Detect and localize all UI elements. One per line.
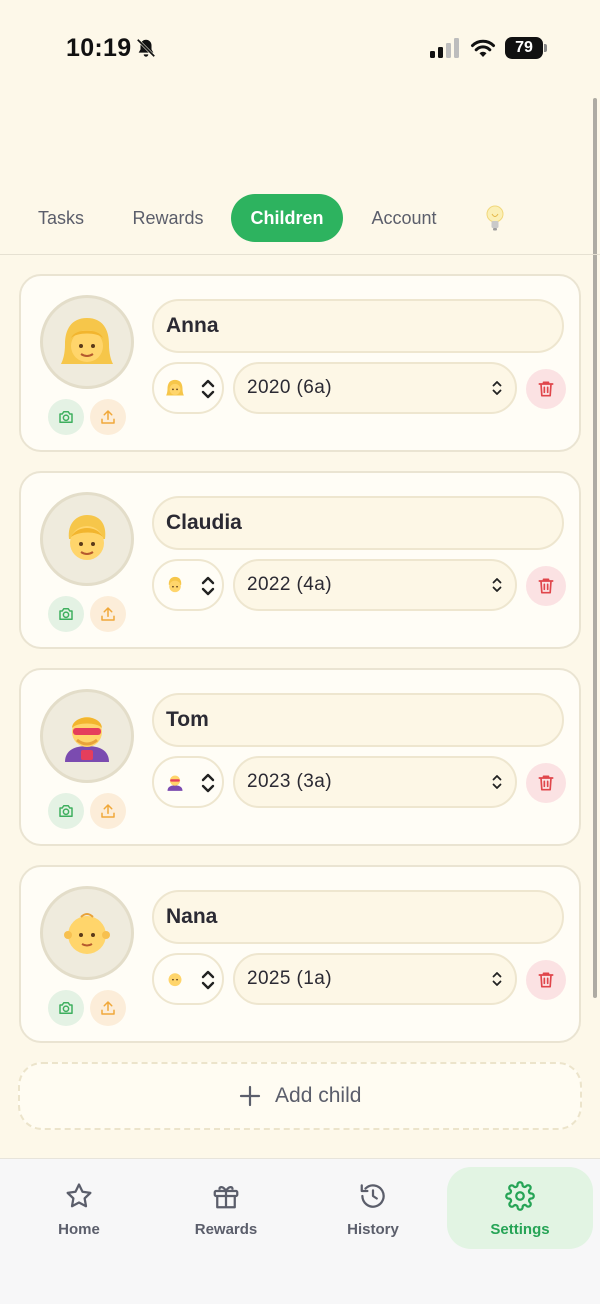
child-icon [68, 515, 106, 560]
avatar-emoji-select[interactable] [152, 362, 224, 414]
upload-photo-button[interactable] [90, 793, 126, 829]
child-name-field[interactable]: Claudia [152, 496, 564, 550]
child-name-field[interactable]: Tom [152, 693, 564, 747]
bottom-nav: Home Rewards History Settings [0, 1158, 600, 1304]
avatar[interactable] [40, 886, 134, 980]
superhero-icon [65, 717, 109, 762]
take-photo-button[interactable] [48, 596, 84, 632]
add-child-label: Add child [275, 1084, 362, 1107]
tab-tasks[interactable]: Tasks [20, 194, 102, 242]
nav-history[interactable]: History [300, 1167, 446, 1249]
bell-slash-icon [136, 38, 156, 58]
trash-icon [538, 381, 554, 397]
birth-year-select[interactable]: 2022 (4a) [233, 559, 517, 611]
take-photo-button[interactable] [48, 793, 84, 829]
avatar[interactable] [40, 492, 134, 586]
nav-history-label: History [347, 1221, 399, 1238]
baby-icon [64, 913, 110, 954]
nav-settings[interactable]: Settings [447, 1167, 593, 1249]
trash-icon [538, 972, 554, 988]
take-photo-button[interactable] [48, 399, 84, 435]
nav-home-label: Home [58, 1221, 100, 1238]
avatar-emoji-select[interactable] [152, 953, 224, 1005]
girl-blonde-icon [61, 318, 113, 364]
star-icon [66, 1183, 92, 1208]
status-time: 10:19 [66, 34, 132, 62]
cellular-signal-icon [430, 38, 459, 58]
birth-year-value: 2023 (3a) [247, 771, 332, 792]
baby-icon [168, 973, 182, 987]
delete-child-button[interactable] [526, 369, 566, 409]
child-name-field[interactable]: Nana [152, 890, 564, 944]
tab-rewards[interactable]: Rewards [116, 194, 220, 242]
child-name-field[interactable]: Anna [152, 299, 564, 353]
chevron-up-down-icon [492, 775, 502, 789]
nav-rewards[interactable]: Rewards [153, 1167, 299, 1249]
battery-level: 79 [505, 37, 543, 59]
child-card: Anna 2020 (6a) [19, 274, 581, 452]
child-card: Nana 2025 (1a) [19, 865, 581, 1043]
birth-year-select[interactable]: 2023 (3a) [233, 756, 517, 808]
history-icon [360, 1184, 385, 1208]
tab-children[interactable]: Children [231, 194, 343, 242]
plus-icon [239, 1085, 260, 1107]
battery-icon: 79 [505, 37, 543, 59]
take-photo-button[interactable] [48, 990, 84, 1026]
delete-child-button[interactable] [526, 566, 566, 606]
birth-year-value: 2020 (6a) [247, 377, 332, 398]
upload-photo-button[interactable] [90, 399, 126, 435]
avatar[interactable] [40, 689, 134, 783]
camera-icon [59, 1002, 73, 1014]
superhero-icon [167, 775, 183, 791]
trash-icon [538, 578, 554, 594]
nav-home[interactable]: Home [6, 1167, 152, 1249]
chevron-up-down-icon [201, 970, 215, 990]
lightbulb-icon[interactable] [484, 204, 506, 234]
avatar-emoji-select[interactable] [152, 559, 224, 611]
camera-icon [59, 805, 73, 817]
upload-icon [101, 410, 115, 424]
avatar[interactable] [40, 295, 134, 389]
tabs-divider [0, 254, 600, 255]
chevron-up-down-icon [201, 773, 215, 793]
status-bar: 10:19 79 [0, 0, 600, 100]
child-card: Claudia 2022 (4a) [19, 471, 581, 649]
gear-icon [505, 1181, 535, 1211]
child-card: Tom 2023 (3a) [19, 668, 581, 846]
avatar-emoji-select[interactable] [152, 756, 224, 808]
upload-icon [101, 607, 115, 621]
chevron-up-down-icon [201, 576, 215, 596]
birth-year-value: 2025 (1a) [247, 968, 332, 989]
wifi-icon [471, 39, 495, 57]
nav-rewards-label: Rewards [194, 1221, 258, 1238]
chevron-up-down-icon [492, 972, 502, 986]
delete-child-button[interactable] [526, 763, 566, 803]
birth-year-value: 2022 (4a) [247, 574, 332, 595]
nav-settings-label: Settings [490, 1221, 550, 1238]
chevron-up-down-icon [492, 578, 502, 592]
upload-photo-button[interactable] [90, 596, 126, 632]
upload-icon [101, 804, 115, 818]
trash-icon [538, 775, 554, 791]
upload-icon [101, 1001, 115, 1015]
gift-icon [213, 1185, 239, 1209]
camera-icon [59, 608, 73, 620]
girl-blonde-icon [166, 379, 184, 396]
birth-year-select[interactable]: 2025 (1a) [233, 953, 517, 1005]
child-icon [168, 576, 182, 593]
delete-child-button[interactable] [526, 960, 566, 1000]
tab-account[interactable]: Account [354, 194, 454, 242]
add-child-button[interactable]: Add child [18, 1062, 582, 1130]
camera-icon [59, 411, 73, 423]
upload-photo-button[interactable] [90, 990, 126, 1026]
settings-tabs: Tasks Rewards Children Account [0, 194, 600, 244]
battery-nub [544, 44, 547, 52]
chevron-up-down-icon [492, 381, 502, 395]
chevron-up-down-icon [201, 379, 215, 399]
birth-year-select[interactable]: 2020 (6a) [233, 362, 517, 414]
